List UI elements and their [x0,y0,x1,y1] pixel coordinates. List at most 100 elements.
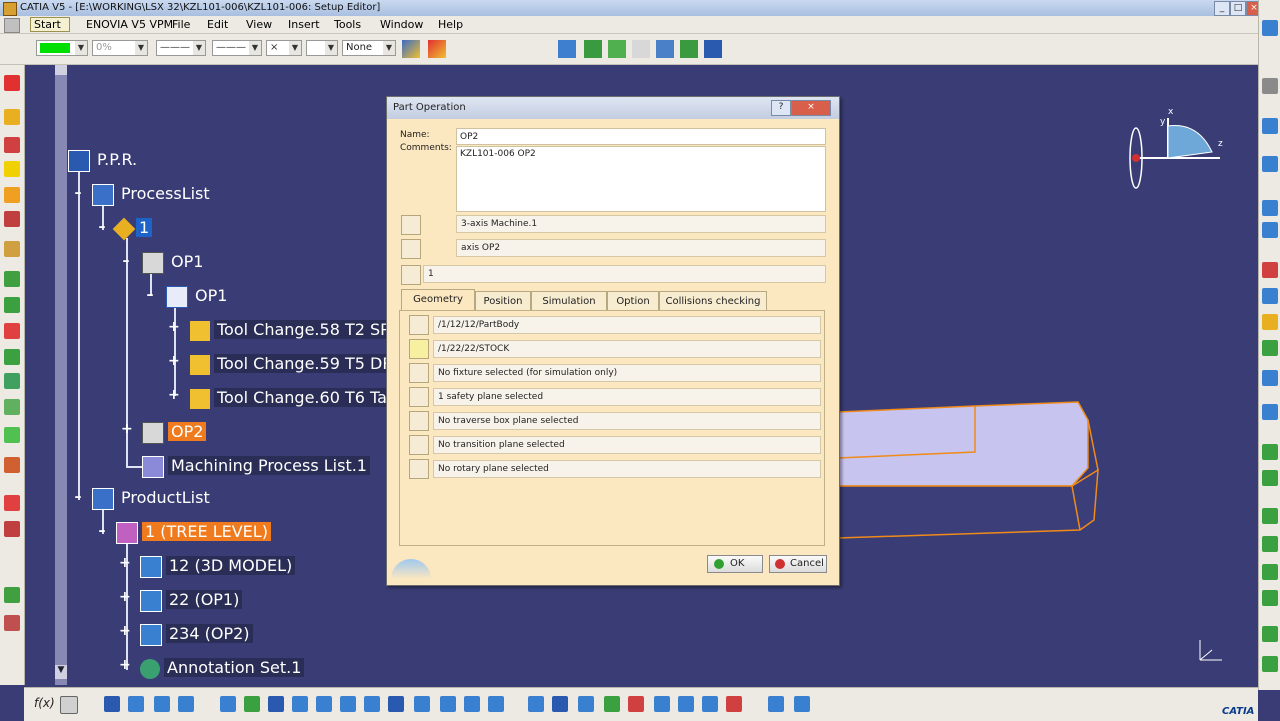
right-tool-icon-9[interactable] [1262,314,1278,330]
right-tool-icon-15[interactable] [1262,508,1278,524]
safety-plane-icon[interactable] [409,387,429,407]
collapse-icon[interactable]: – [121,254,131,268]
right-tool-icon-18[interactable] [1262,590,1278,606]
expand-icon[interactable]: + [119,556,131,570]
right-tool-icon-19[interactable] [1262,626,1278,642]
stock-icon[interactable] [409,339,429,359]
tree-node-op2[interactable]: OP2 [142,420,207,444]
tree-node-annotation-set[interactable]: Annotation Set.1 [140,656,305,680]
bottom-tool-icon-6[interactable] [552,696,568,712]
axis-system-icon[interactable] [401,239,421,259]
expand-icon[interactable]: + [168,388,180,402]
tree-node-op1[interactable]: OP1 [142,250,206,274]
bottom-tool-icon-14[interactable] [768,696,784,712]
right-tool-icon-10[interactable] [1262,340,1278,356]
comments-textarea[interactable]: KZL101-006 OP2 [456,146,826,212]
expand-icon[interactable]: + [168,320,180,334]
bottom-tool-icon-3[interactable] [154,696,170,712]
tree-node-productlist[interactable]: ProductList [92,486,213,510]
right-tool-icon-16[interactable] [1262,536,1278,552]
right-tool-icon-4[interactable] [1262,156,1278,172]
normal-view-icon[interactable] [364,696,380,712]
right-tool-icon-7[interactable] [1262,262,1278,278]
tree-node-tool-change-59[interactable]: Tool Change.59 T5 DR [190,352,397,376]
design-part-icon[interactable] [409,315,429,335]
safety-plane-row[interactable]: 1 safety plane selected [409,387,821,407]
bottom-tool-icon-2[interactable] [128,696,144,712]
transition-plane-icon[interactable] [409,435,429,455]
pan-icon[interactable] [268,696,284,712]
multi-view-icon[interactable] [388,696,404,712]
hide-show-icon[interactable] [464,696,480,712]
bottom-tool-icon-9[interactable] [628,696,644,712]
tree-node-tool-change-60[interactable]: Tool Change.60 T6 Tap [190,386,401,410]
bottom-tool-icon-7[interactable] [578,696,594,712]
right-tool-icon-5[interactable] [1262,200,1278,216]
rotate-icon[interactable] [292,696,308,712]
part-top-face[interactable] [837,401,1089,487]
swap-visible-icon[interactable] [488,696,504,712]
expand-icon[interactable]: + [121,422,133,436]
dialog-close-button[interactable]: × [791,100,831,116]
iso-view-icon[interactable] [414,696,430,712]
table-icon[interactable] [104,696,120,712]
tree-node-model-234[interactable]: 234 (OP2) [140,622,253,646]
fixture-row[interactable]: No fixture selected (for simulation only… [409,363,821,383]
rotary-plane-icon[interactable] [409,459,429,479]
zoom-in-icon[interactable] [316,696,332,712]
bottom-tool-icon-12[interactable] [702,696,718,712]
fly-mode-icon[interactable] [220,696,236,712]
right-tool-icon-11[interactable] [1262,370,1278,386]
fit-all-icon[interactable] [244,696,260,712]
collapse-icon[interactable]: – [97,524,107,538]
tree-node-machining-process-list[interactable]: Machining Process List.1 [142,454,370,478]
shading-icon[interactable] [440,696,456,712]
tree-node-process-1[interactable]: 1 [112,216,153,240]
expand-icon[interactable]: + [119,624,131,638]
right-tool-icon-13[interactable] [1262,444,1278,460]
right-tool-icon-12[interactable] [1262,404,1278,420]
collapse-icon[interactable]: – [145,288,155,302]
right-tool-icon-3[interactable] [1262,118,1278,134]
tab-geometry[interactable]: Geometry [401,289,475,311]
right-tool-icon-2[interactable] [1262,78,1278,94]
traverse-box-row[interactable]: No traverse box plane selected [409,411,821,431]
compass[interactable] [1129,118,1220,189]
bottom-tool-icon-15[interactable] [794,696,810,712]
right-tool-icon-17[interactable] [1262,564,1278,580]
tab-simulation[interactable]: Simulation [531,291,607,311]
product-selection-icon[interactable] [401,265,421,285]
name-input[interactable] [456,128,826,145]
bottom-tool-icon-11[interactable] [678,696,694,712]
tree-node-processlist[interactable]: ProcessList [92,182,213,206]
bottom-tool-icon-5[interactable] [528,696,544,712]
cancel-button[interactable]: Cancel [769,555,827,573]
right-tool-icon-6[interactable] [1262,222,1278,238]
bottom-tool-icon-13[interactable] [726,696,742,712]
tree-node-op1-program[interactable]: OP1 [166,284,230,308]
machine-icon[interactable] [401,215,421,235]
collapse-icon[interactable]: – [73,490,83,504]
tab-collisions-checking[interactable]: Collisions checking [659,291,767,311]
formula-icon[interactable]: f(x) [34,696,55,710]
right-tool-icon-8[interactable] [1262,288,1278,304]
design-part-row[interactable]: /1/12/12/PartBody [409,315,821,335]
fixture-icon[interactable] [409,363,429,383]
bottom-tool-icon-10[interactable] [654,696,670,712]
dialog-help-button[interactable]: ? [771,100,791,116]
comment-icon[interactable] [60,696,78,714]
zoom-out-icon[interactable] [340,696,356,712]
tree-node-model-22[interactable]: 22 (OP1) [140,588,243,612]
right-tool-icon-20[interactable] [1262,656,1278,672]
right-tool-icon-14[interactable] [1262,470,1278,486]
ok-button[interactable]: OK [707,555,763,573]
tree-node-tree-level[interactable]: 1 (TREE LEVEL) [116,520,271,544]
bottom-tool-icon-4[interactable] [178,696,194,712]
tab-position[interactable]: Position [475,291,531,311]
tree-node-ppr[interactable]: P.P.R. [68,148,140,172]
collapse-icon[interactable]: – [97,220,107,234]
bottom-tool-icon-8[interactable] [604,696,620,712]
rotary-plane-row[interactable]: No rotary plane selected [409,459,821,479]
expand-icon[interactable]: + [119,658,131,672]
tree-node-tool-change-58[interactable]: Tool Change.58 T2 SP [190,318,393,342]
